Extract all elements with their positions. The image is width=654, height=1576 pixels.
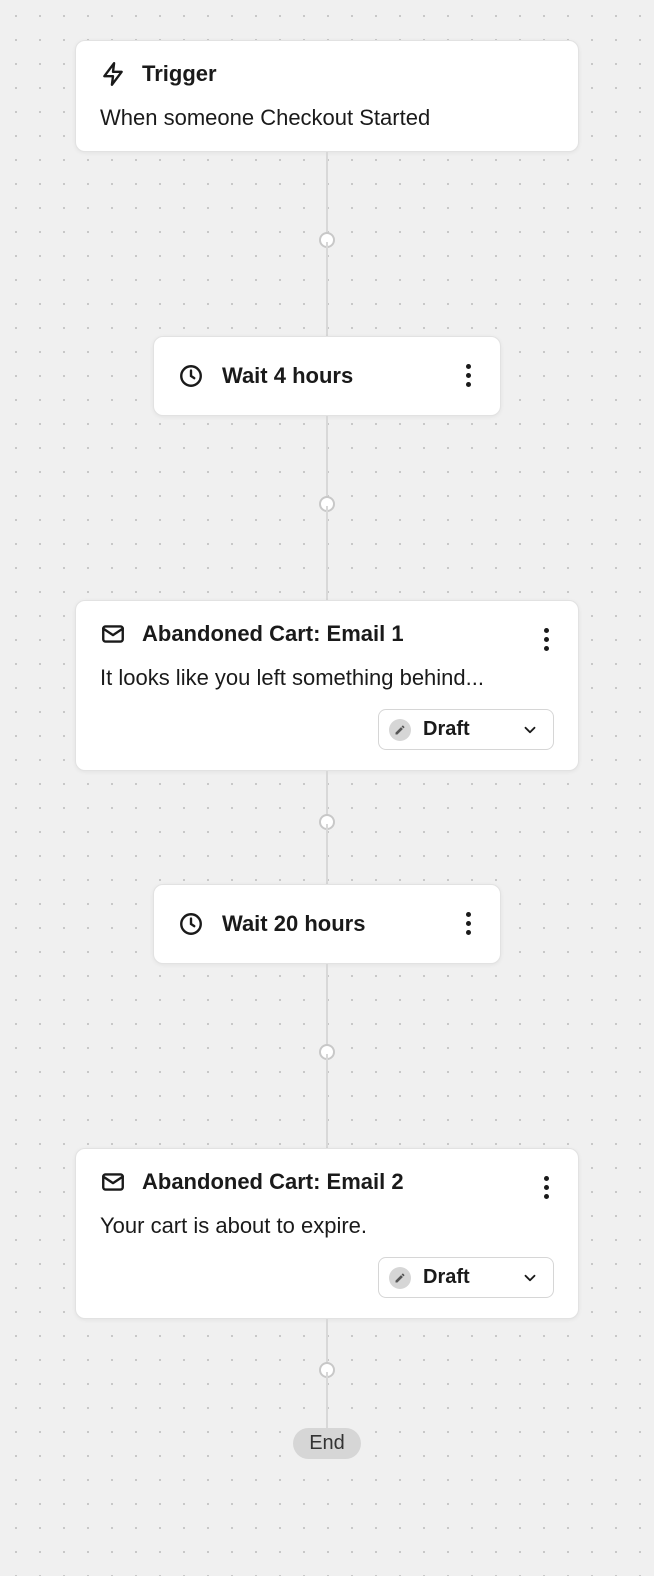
more-options-button[interactable] <box>534 1171 558 1203</box>
flow-canvas[interactable]: Trigger When someone Checkout Started Wa… <box>0 0 654 1576</box>
connector <box>326 152 328 242</box>
status-dropdown[interactable]: Draft <box>378 1257 554 1298</box>
chevron-down-icon <box>521 721 539 739</box>
email-step-1[interactable]: Abandoned Cart: Email 1 It looks like yo… <box>75 600 579 771</box>
trigger-card[interactable]: Trigger When someone Checkout Started <box>75 40 579 152</box>
wait-label: Wait 20 hours <box>222 911 365 937</box>
connector <box>326 771 328 824</box>
more-options-button[interactable] <box>534 623 558 655</box>
trigger-description: When someone Checkout Started <box>100 105 554 131</box>
email-title: Abandoned Cart: Email 2 <box>142 1169 404 1195</box>
pencil-icon <box>389 1267 411 1289</box>
wait-label: Wait 4 hours <box>222 363 353 389</box>
connector <box>326 242 328 336</box>
status-label: Draft <box>423 1266 470 1289</box>
end-node: End <box>293 1428 361 1459</box>
trigger-title: Trigger <box>142 61 217 87</box>
connector <box>326 1372 328 1428</box>
wait-step-2[interactable]: Wait 20 hours <box>153 884 501 964</box>
connector <box>326 506 328 600</box>
email-title: Abandoned Cart: Email 1 <box>142 621 404 647</box>
more-options-button[interactable] <box>456 907 480 939</box>
clock-icon <box>178 363 204 389</box>
wait-step-1[interactable]: Wait 4 hours <box>153 336 501 416</box>
more-options-button[interactable] <box>456 359 480 391</box>
email-step-2[interactable]: Abandoned Cart: Email 2 Your cart is abo… <box>75 1148 579 1319</box>
chevron-down-icon <box>521 1269 539 1287</box>
connector <box>326 416 328 506</box>
connector <box>326 1054 328 1148</box>
lightning-icon <box>100 61 126 87</box>
email-subject: It looks like you left something behind.… <box>100 665 554 691</box>
email-subject: Your cart is about to expire. <box>100 1213 554 1239</box>
email-icon <box>100 621 126 647</box>
connector <box>326 964 328 1054</box>
connector <box>326 824 328 884</box>
status-dropdown[interactable]: Draft <box>378 709 554 750</box>
status-label: Draft <box>423 718 470 741</box>
connector <box>326 1319 328 1372</box>
pencil-icon <box>389 719 411 741</box>
email-icon <box>100 1169 126 1195</box>
clock-icon <box>178 911 204 937</box>
